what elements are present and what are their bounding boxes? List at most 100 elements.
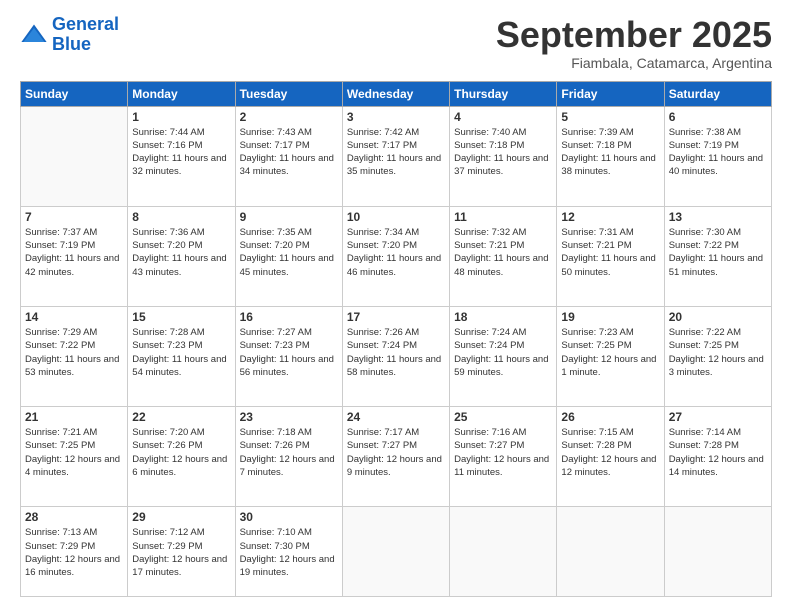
weekday-header: Monday — [128, 81, 235, 106]
calendar-cell: 22 Sunrise: 7:20 AMSunset: 7:26 PMDayligh… — [128, 407, 235, 507]
weekday-header-row: SundayMondayTuesdayWednesdayThursdayFrid… — [21, 81, 772, 106]
day-info: Sunrise: 7:36 AMSunset: 7:20 PMDaylight:… — [132, 226, 230, 279]
day-info: Sunrise: 7:43 AMSunset: 7:17 PMDaylight:… — [240, 126, 338, 179]
day-info: Sunrise: 7:13 AMSunset: 7:29 PMDaylight:… — [25, 526, 123, 579]
day-info: Sunrise: 7:39 AMSunset: 7:18 PMDaylight:… — [561, 126, 659, 179]
weekday-header: Wednesday — [342, 81, 449, 106]
title-block: September 2025 Fiambala, Catamarca, Arge… — [496, 15, 772, 71]
calendar-cell: 6 Sunrise: 7:38 AMSunset: 7:19 PMDaylight… — [664, 106, 771, 206]
day-info: Sunrise: 7:32 AMSunset: 7:21 PMDaylight:… — [454, 226, 552, 279]
calendar-cell — [450, 507, 557, 597]
day-number: 21 — [25, 410, 123, 424]
day-info: Sunrise: 7:20 AMSunset: 7:26 PMDaylight:… — [132, 426, 230, 479]
day-info: Sunrise: 7:38 AMSunset: 7:19 PMDaylight:… — [669, 126, 767, 179]
day-number: 20 — [669, 310, 767, 324]
calendar-cell: 2 Sunrise: 7:43 AMSunset: 7:17 PMDaylight… — [235, 106, 342, 206]
day-info: Sunrise: 7:37 AMSunset: 7:19 PMDaylight:… — [25, 226, 123, 279]
calendar-cell: 5 Sunrise: 7:39 AMSunset: 7:18 PMDaylight… — [557, 106, 664, 206]
day-info: Sunrise: 7:44 AMSunset: 7:16 PMDaylight:… — [132, 126, 230, 179]
day-number: 17 — [347, 310, 445, 324]
calendar-cell: 27 Sunrise: 7:14 AMSunset: 7:28 PMDayligh… — [664, 407, 771, 507]
day-number: 29 — [132, 510, 230, 524]
day-number: 8 — [132, 210, 230, 224]
day-info: Sunrise: 7:34 AMSunset: 7:20 PMDaylight:… — [347, 226, 445, 279]
header: General Blue September 2025 Fiambala, Ca… — [20, 15, 772, 71]
calendar-cell: 19 Sunrise: 7:23 AMSunset: 7:25 PMDayligh… — [557, 306, 664, 406]
calendar-table: SundayMondayTuesdayWednesdayThursdayFrid… — [20, 81, 772, 597]
day-info: Sunrise: 7:29 AMSunset: 7:22 PMDaylight:… — [25, 326, 123, 379]
day-number: 19 — [561, 310, 659, 324]
day-info: Sunrise: 7:27 AMSunset: 7:23 PMDaylight:… — [240, 326, 338, 379]
day-number: 25 — [454, 410, 552, 424]
calendar-week-row: 21Sunrise: 7:21 AMSunset: 7:25 PMDayligh… — [21, 407, 772, 507]
calendar-cell: 4 Sunrise: 7:40 AMSunset: 7:18 PMDaylight… — [450, 106, 557, 206]
calendar-week-row: 7 Sunrise: 7:37 AMSunset: 7:19 PMDaylight… — [21, 206, 772, 306]
page: General Blue September 2025 Fiambala, Ca… — [0, 0, 792, 612]
day-info: Sunrise: 7:31 AMSunset: 7:21 PMDaylight:… — [561, 226, 659, 279]
day-number: 7 — [25, 210, 123, 224]
day-info: Sunrise: 7:22 AMSunset: 7:25 PMDaylight:… — [669, 326, 767, 379]
day-info: Sunrise: 7:10 AMSunset: 7:30 PMDaylight:… — [240, 526, 338, 579]
weekday-header: Sunday — [21, 81, 128, 106]
day-info: Sunrise: 7:12 AMSunset: 7:29 PMDaylight:… — [132, 526, 230, 579]
day-number: 23 — [240, 410, 338, 424]
day-info: Sunrise: 7:23 AMSunset: 7:25 PMDaylight:… — [561, 326, 659, 379]
weekday-header: Friday — [557, 81, 664, 106]
calendar-cell: 7 Sunrise: 7:37 AMSunset: 7:19 PMDaylight… — [21, 206, 128, 306]
day-number: 14 — [25, 310, 123, 324]
calendar-cell — [557, 507, 664, 597]
day-number: 4 — [454, 110, 552, 124]
calendar-cell: 18Sunrise: 7:24 AMSunset: 7:24 PMDayligh… — [450, 306, 557, 406]
calendar-cell: 11Sunrise: 7:32 AMSunset: 7:21 PMDayligh… — [450, 206, 557, 306]
logo-line1: General — [52, 14, 119, 34]
day-number: 15 — [132, 310, 230, 324]
calendar-cell: 23 Sunrise: 7:18 AMSunset: 7:26 PMDayligh… — [235, 407, 342, 507]
location-subtitle: Fiambala, Catamarca, Argentina — [496, 55, 772, 71]
day-number: 24 — [347, 410, 445, 424]
calendar-cell: 15Sunrise: 7:28 AMSunset: 7:23 PMDayligh… — [128, 306, 235, 406]
calendar-cell: 3Sunrise: 7:42 AMSunset: 7:17 PMDaylight… — [342, 106, 449, 206]
day-info: Sunrise: 7:26 AMSunset: 7:24 PMDaylight:… — [347, 326, 445, 379]
day-number: 10 — [347, 210, 445, 224]
day-number: 1 — [132, 110, 230, 124]
day-number: 28 — [25, 510, 123, 524]
day-number: 27 — [669, 410, 767, 424]
calendar-cell: 12 Sunrise: 7:31 AMSunset: 7:21 PMDayligh… — [557, 206, 664, 306]
calendar-cell — [664, 507, 771, 597]
calendar-cell: 17 Sunrise: 7:26 AMSunset: 7:24 PMDayligh… — [342, 306, 449, 406]
weekday-header: Saturday — [664, 81, 771, 106]
calendar-cell: 13 Sunrise: 7:30 AMSunset: 7:22 PMDayligh… — [664, 206, 771, 306]
calendar-cell: 8 Sunrise: 7:36 AMSunset: 7:20 PMDaylight… — [128, 206, 235, 306]
day-info: Sunrise: 7:40 AMSunset: 7:18 PMDaylight:… — [454, 126, 552, 179]
day-number: 3 — [347, 110, 445, 124]
day-info: Sunrise: 7:18 AMSunset: 7:26 PMDaylight:… — [240, 426, 338, 479]
calendar-cell: 21Sunrise: 7:21 AMSunset: 7:25 PMDayligh… — [21, 407, 128, 507]
calendar-cell — [342, 507, 449, 597]
logo-line2: Blue — [52, 34, 91, 54]
calendar-cell: 10 Sunrise: 7:34 AMSunset: 7:20 PMDayligh… — [342, 206, 449, 306]
calendar-week-row: 28 Sunrise: 7:13 AMSunset: 7:29 PMDayligh… — [21, 507, 772, 597]
day-number: 22 — [132, 410, 230, 424]
calendar-cell: 29 Sunrise: 7:12 AMSunset: 7:29 PMDayligh… — [128, 507, 235, 597]
day-number: 2 — [240, 110, 338, 124]
calendar-week-row: 14 Sunrise: 7:29 AMSunset: 7:22 PMDayligh… — [21, 306, 772, 406]
day-info: Sunrise: 7:16 AMSunset: 7:27 PMDaylight:… — [454, 426, 552, 479]
day-number: 18 — [454, 310, 552, 324]
day-number: 12 — [561, 210, 659, 224]
logo-text: General Blue — [52, 15, 119, 55]
calendar-cell: 28 Sunrise: 7:13 AMSunset: 7:29 PMDayligh… — [21, 507, 128, 597]
day-number: 30 — [240, 510, 338, 524]
calendar-week-row: 1 Sunrise: 7:44 AMSunset: 7:16 PMDaylight… — [21, 106, 772, 206]
weekday-header: Tuesday — [235, 81, 342, 106]
weekday-header: Thursday — [450, 81, 557, 106]
day-number: 6 — [669, 110, 767, 124]
day-number: 9 — [240, 210, 338, 224]
day-info: Sunrise: 7:14 AMSunset: 7:28 PMDaylight:… — [669, 426, 767, 479]
calendar-cell: 14 Sunrise: 7:29 AMSunset: 7:22 PMDayligh… — [21, 306, 128, 406]
calendar-cell: 1 Sunrise: 7:44 AMSunset: 7:16 PMDaylight… — [128, 106, 235, 206]
day-number: 5 — [561, 110, 659, 124]
day-number: 13 — [669, 210, 767, 224]
day-info: Sunrise: 7:30 AMSunset: 7:22 PMDaylight:… — [669, 226, 767, 279]
calendar-cell: 20 Sunrise: 7:22 AMSunset: 7:25 PMDayligh… — [664, 306, 771, 406]
calendar-cell: 30 Sunrise: 7:10 AMSunset: 7:30 PMDayligh… — [235, 507, 342, 597]
